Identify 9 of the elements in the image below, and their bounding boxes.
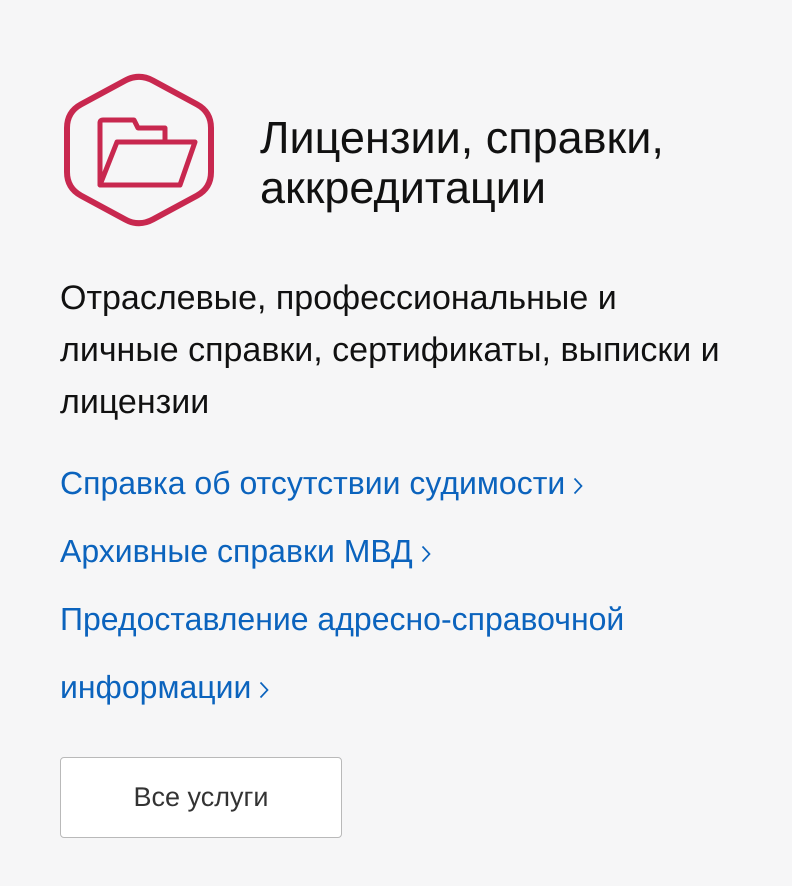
section-title: Лицензии, справки, аккредитации — [260, 113, 665, 213]
service-link[interactable]: Архивные справки МВД — [60, 517, 431, 585]
service-link[interactable]: Справка об отсутствии судимости — [60, 449, 584, 517]
chevron-icon — [259, 681, 270, 699]
all-services-button[interactable]: Все услуги — [60, 757, 342, 838]
chevron-icon — [420, 545, 431, 563]
chevron-icon — [573, 477, 584, 495]
section-description: Отраслевые, профессиональные и личные справки, сертификаты, выписки и лицензии — [60, 278, 721, 423]
service-link[interactable]: Предоставление адресно-справочной информации — [60, 585, 700, 721]
